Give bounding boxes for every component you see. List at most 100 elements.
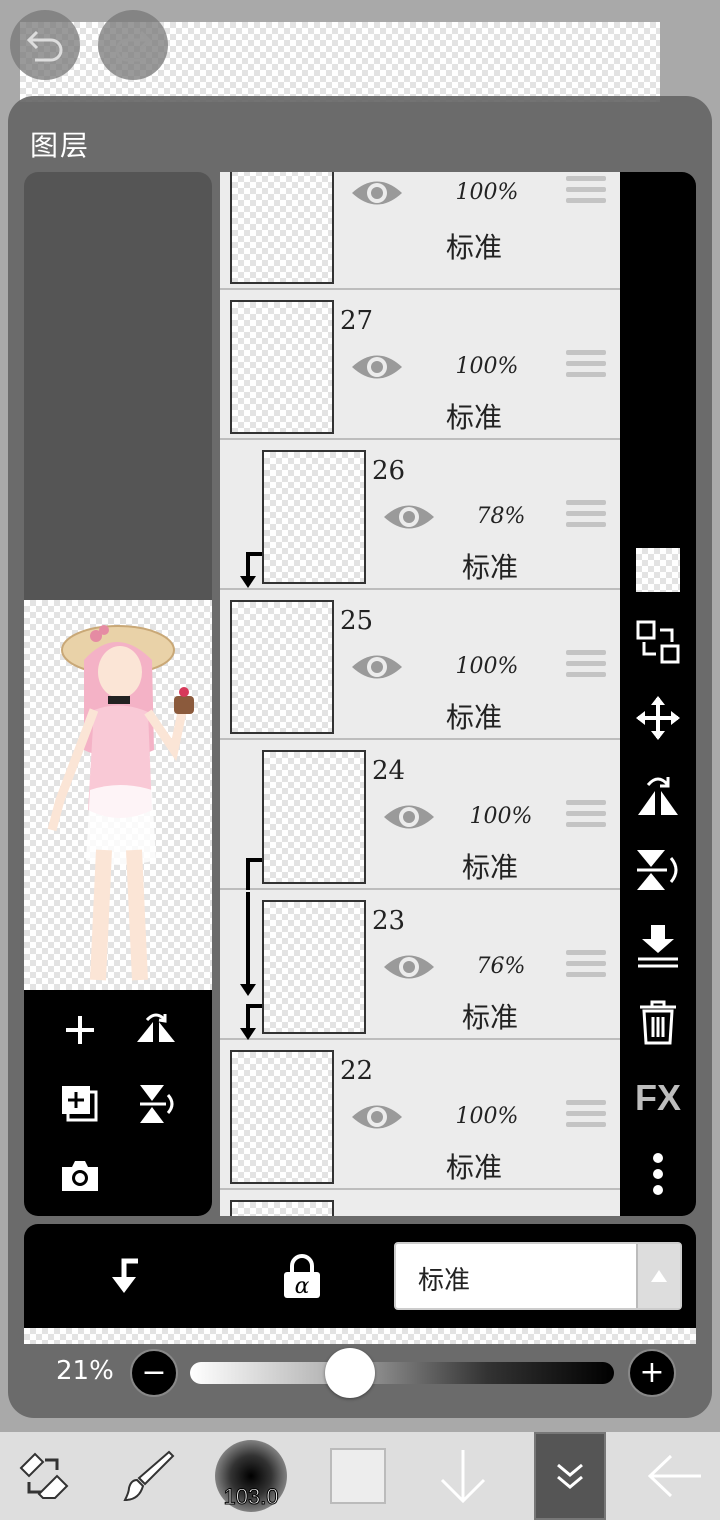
flip-horizontal-layer-button[interactable] [134,1008,178,1052]
more-options-button[interactable] [634,1150,682,1198]
drag-handle-icon[interactable] [566,176,606,210]
zoom-out-button[interactable]: − [130,1349,178,1397]
layer-row[interactable] [220,1192,620,1216]
flip-vertical-button[interactable] [634,846,682,894]
arrow-left-icon [647,1454,701,1498]
canvas-preview[interactable] [24,600,212,990]
redo-button[interactable] [98,10,168,80]
undo-button[interactable] [10,10,80,80]
drag-handle-icon[interactable] [566,350,606,384]
undo-icon [26,30,63,62]
delete-layer-button[interactable] [634,998,682,1046]
layer-blend-mode: 标准 [462,851,519,884]
zoom-row: 21% − + [24,1344,696,1404]
camera-import-button[interactable] [58,1154,102,1198]
zoom-in-button[interactable]: + [628,1349,676,1397]
svg-text:α: α [295,1274,310,1298]
color-swatch [330,1448,386,1504]
layer-row[interactable]: 24 100% 标准 [220,742,620,890]
layer-blend-mode: 标准 [446,401,503,434]
brush-tool-button[interactable] [114,1432,180,1520]
tool-switch-button[interactable] [10,1432,76,1520]
flip-horizontal-icon [638,777,678,815]
layer-row[interactable]: 28 100% 标准 [220,172,620,290]
trash-icon [640,1000,676,1045]
brush-preview-icon: 103.0 [215,1440,287,1512]
eye-icon[interactable] [382,800,436,834]
panel-title: 图层 [30,129,91,162]
layer-thumbnail [230,1200,334,1216]
redo-icon [115,30,152,62]
plus-icon [66,1016,94,1044]
layer-row[interactable]: 25 100% 标准 [220,592,620,740]
drag-handle-icon[interactable] [566,800,606,834]
color-button[interactable] [326,1432,390,1520]
eraser-swap-icon [19,1452,69,1499]
layer-number: 26 [372,456,406,486]
double-chevron-down-icon [557,1463,583,1489]
layer-number: 25 [340,606,374,636]
blend-mode-value: 标准 [418,1266,471,1296]
zoom-label: 21% [56,1356,114,1386]
camera-icon [62,1161,98,1191]
layer-opacity: 100% [455,1104,519,1129]
transparency-icon[interactable] [636,548,680,592]
fx-button[interactable]: FX [634,1074,682,1122]
left-layer-tools [24,990,212,1216]
brush-size-button[interactable]: 103.0 [212,1432,290,1520]
layer-property-bar: α 标准 [24,1224,696,1328]
flip-vertical-layer-button[interactable] [134,1082,178,1126]
layer-thumbnail [230,300,334,434]
layer-blend-mode: 标准 [462,1001,519,1034]
blend-mode-select[interactable]: 标准 [394,1242,682,1310]
eye-icon[interactable] [350,350,404,384]
layer-row[interactable]: 23 76% 标准 [220,892,620,1040]
layer-row[interactable]: 26 78% 标准 [220,442,620,590]
eye-icon[interactable] [350,650,404,684]
layer-blend-mode: 标准 [446,701,503,734]
clipping-button[interactable] [100,1252,148,1300]
merge-down-button[interactable] [634,922,682,970]
drag-handle-icon[interactable] [566,650,606,684]
flip-horizontal-icon [137,1013,175,1042]
more-vertical-icon [653,1153,663,1195]
layer-blend-mode: 标准 [446,231,503,264]
layer-thumbnail [230,172,334,284]
swap-layer-button[interactable] [634,618,682,666]
layer-down-button[interactable] [430,1432,496,1520]
zoom-slider-knob[interactable] [324,1348,375,1398]
layer-opacity: 100% [455,654,519,679]
eye-icon[interactable] [350,176,404,210]
eye-icon[interactable] [382,500,436,534]
eye-icon[interactable] [382,950,436,984]
brush-icon [123,1450,175,1502]
layer-row[interactable]: 22 100% 标准 [220,1042,620,1190]
layer-row[interactable]: 27 100% 标准 [220,292,620,440]
layer-blend-mode: 标准 [446,1151,503,1184]
back-button[interactable] [640,1432,710,1520]
dropdown-arrow-icon[interactable] [636,1244,680,1308]
layer-preview-area [24,172,212,1216]
drag-handle-icon[interactable] [566,950,606,984]
layer-opacity: 76% [476,954,526,979]
layer-thumbnail [262,900,366,1034]
right-layer-tools: FX [620,172,696,1216]
character-illustration [47,625,194,981]
move-layer-button[interactable] [634,694,682,742]
move-icon [636,696,680,740]
layer-list[interactable]: 28 100% 标准 27 100% 标准 26 78% 标准 [220,172,620,1216]
duplicate-layer-button[interactable] [58,1082,102,1126]
add-layer-button[interactable] [58,1008,102,1052]
layer-opacity: 100% [455,180,519,205]
clipping-icon [112,1258,138,1293]
merge-down-icon [638,925,678,968]
alpha-lock-button[interactable]: α [278,1252,326,1300]
eye-icon[interactable] [350,1100,404,1134]
layer-thumbnail [262,750,366,884]
layer-panel-toggle-button[interactable] [534,1432,606,1520]
zoom-slider[interactable] [190,1362,614,1384]
flip-horizontal-button[interactable] [634,770,682,818]
layer-number: 27 [340,306,374,336]
drag-handle-icon[interactable] [566,500,606,534]
drag-handle-icon[interactable] [566,1100,606,1134]
